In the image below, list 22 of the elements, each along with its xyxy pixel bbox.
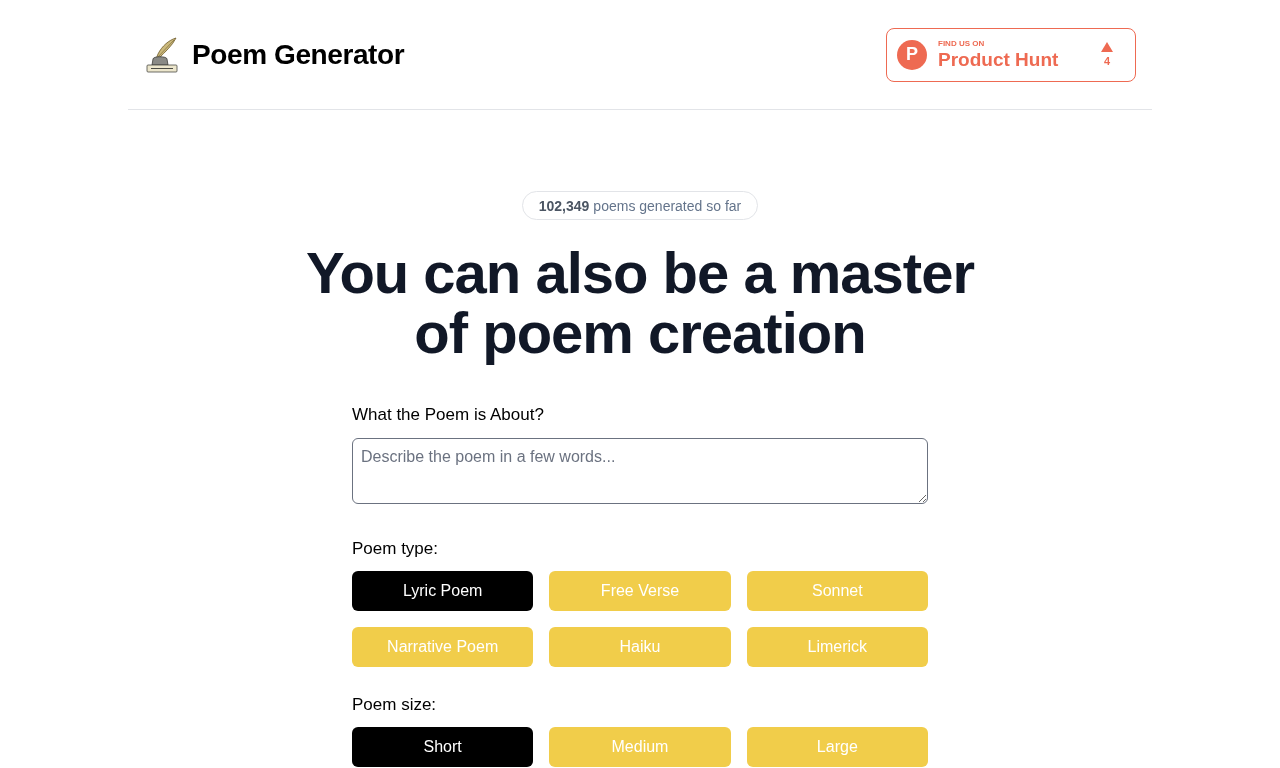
logo-mark: P [897, 39, 927, 70]
product-hunt-link[interactable]: P FIND US ON Product Hunt 4 [886, 27, 1136, 82]
poem-type-option[interactable]: Limerick [746, 627, 928, 667]
field-label: What the Poem is About? [352, 404, 545, 426]
section-label: Poem size: [352, 694, 438, 716]
description-field[interactable]: Describe the poem in a few words... [352, 438, 928, 504]
poem-type-option[interactable]: Narrative Poem [352, 627, 534, 667]
find-us-label: FIND US ON [938, 38, 986, 49]
upvote-triangle-icon [1101, 41, 1113, 52]
quill-inkwell-icon [145, 36, 179, 73]
headline: You can also be a master of poem creation [305, 243, 976, 363]
poem-type-option[interactable]: Haiku [549, 627, 731, 667]
poem-type-option[interactable]: Lyric Poem [352, 571, 534, 611]
product-hunt-label: Product Hunt [938, 48, 1059, 71]
vote-count: 4 [1103, 54, 1111, 68]
poem-size-option[interactable]: Large [746, 727, 928, 767]
poem-size-option[interactable]: Medium [549, 727, 731, 767]
section-label: Poem type: [352, 538, 439, 560]
poem-type-option[interactable]: Sonnet [746, 571, 928, 611]
site-title: Poem Generator [192, 37, 405, 72]
poem-size-option[interactable]: Short [352, 727, 534, 767]
poem-type-option[interactable]: Free Verse [549, 571, 731, 611]
